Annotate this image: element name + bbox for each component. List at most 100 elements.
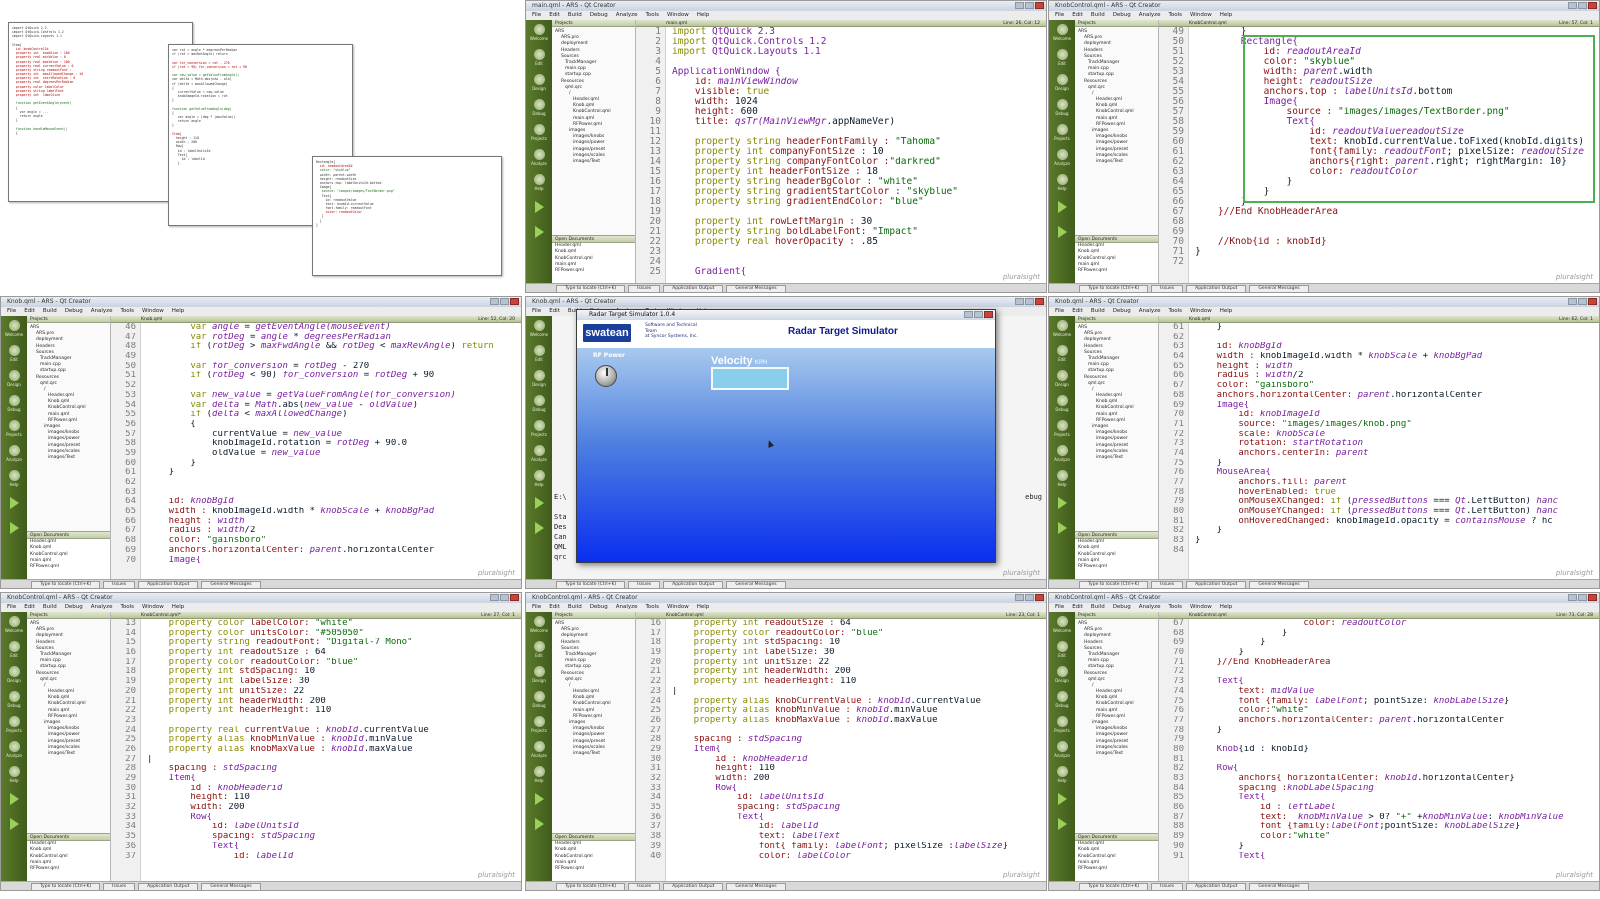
minimize-button[interactable] [1568,594,1577,601]
close-button[interactable] [1588,298,1597,305]
menu-help[interactable]: Help [1220,12,1233,18]
mode-welcome[interactable]: Welcome [1049,612,1075,637]
menu-analyze[interactable]: Analyze [616,12,638,18]
code-editor[interactable]: 67 68 69 70 71 72 73 74 75 76 77 78 79 80 81 82 83 84 85 86… [1159,619,1599,881]
mode-design[interactable]: Design [526,70,552,95]
tree-item[interactable]: images/Text [30,455,110,461]
menu-help[interactable]: Help [697,604,710,610]
mode-design[interactable]: Design [1049,366,1075,391]
output-tab[interactable]: Application Output [1186,581,1247,588]
run-button[interactable] [1049,787,1075,812]
output-tab[interactable]: Application Output [1186,883,1247,890]
tree-item[interactable]: images/Text [1078,159,1158,165]
menu-tools[interactable]: Tools [120,308,134,314]
mode-design[interactable]: Design [526,662,552,687]
maximize-button[interactable] [500,594,509,601]
mode-projects[interactable]: Projects [1,416,27,441]
mode-analyze[interactable]: Analyze [1049,737,1075,762]
output-tab[interactable]: General Messages [201,883,261,890]
menu-help[interactable]: Help [172,308,185,314]
menu-build[interactable]: Build [1091,12,1105,18]
close-button[interactable] [1035,594,1044,601]
debug-run-button[interactable] [526,516,552,541]
output-tab[interactable]: General Messages [1249,581,1309,588]
debug-run-button[interactable] [1049,812,1075,837]
close-button[interactable] [1588,594,1597,601]
mode-help[interactable]: Help [526,466,552,491]
minimize-button[interactable] [1015,594,1024,601]
menu-edit[interactable]: Edit [549,604,560,610]
open-document-item[interactable]: RFPower.qml [552,268,635,274]
menu-build[interactable]: Build [43,604,57,610]
mode-debug[interactable]: Debug [526,687,552,712]
debug-run-button[interactable] [1,812,27,837]
menu-analyze[interactable]: Analyze [1139,12,1161,18]
maximize-button[interactable] [1578,298,1587,305]
mode-welcome[interactable]: Welcome [1,316,27,341]
run-button[interactable] [1049,491,1075,516]
simulator-maximize-button[interactable] [974,311,983,318]
code-area[interactable]: property int readoutSize : 64 property c… [672,619,1046,881]
locator-input[interactable]: Type to locate (Ctrl+K) [556,581,626,588]
run-button[interactable] [1,491,27,516]
mode-debug[interactable]: Debug [1049,391,1075,416]
mode-design[interactable]: Design [1049,662,1075,687]
mode-analyze[interactable]: Analyze [526,737,552,762]
mode-help[interactable]: Help [1049,170,1075,195]
mode-edit[interactable]: Edit [1,341,27,366]
mode-projects[interactable]: Projects [1049,712,1075,737]
mode-analyze[interactable]: Analyze [1049,441,1075,466]
open-document-item[interactable]: RFPower.qml [552,866,635,872]
menu-build[interactable]: Build [1091,308,1105,314]
editor-tab[interactable]: KnobControl.qml [1189,613,1227,618]
output-tab[interactable]: General Messages [1249,285,1309,292]
open-document-item[interactable]: RFPower.qml [27,564,110,570]
mode-edit[interactable]: Edit [1049,341,1075,366]
output-tab[interactable]: Issues [628,581,661,588]
menu-build[interactable]: Build [568,12,582,18]
menu-build[interactable]: Build [1091,604,1105,610]
menu-debug[interactable]: Debug [65,604,83,610]
output-tab[interactable]: Application Output [1186,285,1247,292]
open-document-item[interactable]: RFPower.qml [27,866,110,872]
minimize-button[interactable] [490,298,499,305]
menu-edit[interactable]: Edit [1072,604,1083,610]
menu-edit[interactable]: Edit [1072,12,1083,18]
menu-tools[interactable]: Tools [645,12,659,18]
output-tab[interactable]: Issues [1151,883,1184,890]
mode-edit[interactable]: Edit [526,637,552,662]
tree-item[interactable]: images/Text [555,751,635,757]
menu-edit[interactable]: Edit [549,12,560,18]
editor-tab[interactable]: Knob.qml [141,317,162,322]
run-button[interactable] [526,195,552,220]
menu-window[interactable]: Window [667,604,689,610]
mode-welcome[interactable]: Welcome [526,316,552,341]
maximize-button[interactable] [1578,2,1587,9]
menu-help[interactable]: Help [697,12,710,18]
output-tab[interactable]: Issues [103,581,136,588]
mode-projects[interactable]: Projects [526,416,552,441]
minimize-button[interactable] [1568,2,1577,9]
menu-file[interactable]: File [7,308,16,314]
close-button[interactable] [1035,2,1044,9]
output-tab[interactable]: Application Output [663,581,724,588]
editor-tab[interactable]: main.qml [666,21,687,26]
close-button[interactable] [1035,298,1044,305]
output-tab[interactable]: Application Output [663,285,724,292]
mode-welcome[interactable]: Welcome [526,20,552,45]
locator-input[interactable]: Type to locate (Ctrl+K) [556,285,626,292]
open-document-item[interactable]: RFPower.qml [1075,564,1158,570]
code-area[interactable]: color: readoutColor } } } }//End KnobHea… [1195,619,1599,881]
mode-welcome[interactable]: Welcome [526,612,552,637]
locator-input[interactable]: Type to locate (Ctrl+K) [31,581,101,588]
run-button[interactable] [1,787,27,812]
mode-welcome[interactable]: Welcome [1,612,27,637]
output-tab[interactable]: General Messages [726,581,786,588]
tree-item[interactable]: images/Text [1078,455,1158,461]
mode-design[interactable]: Design [1,662,27,687]
mode-welcome[interactable]: Welcome [1049,20,1075,45]
output-tab[interactable]: Application Output [138,883,199,890]
output-tab[interactable]: Application Output [138,581,199,588]
menu-edit[interactable]: Edit [24,308,35,314]
mode-debug[interactable]: Debug [1049,687,1075,712]
